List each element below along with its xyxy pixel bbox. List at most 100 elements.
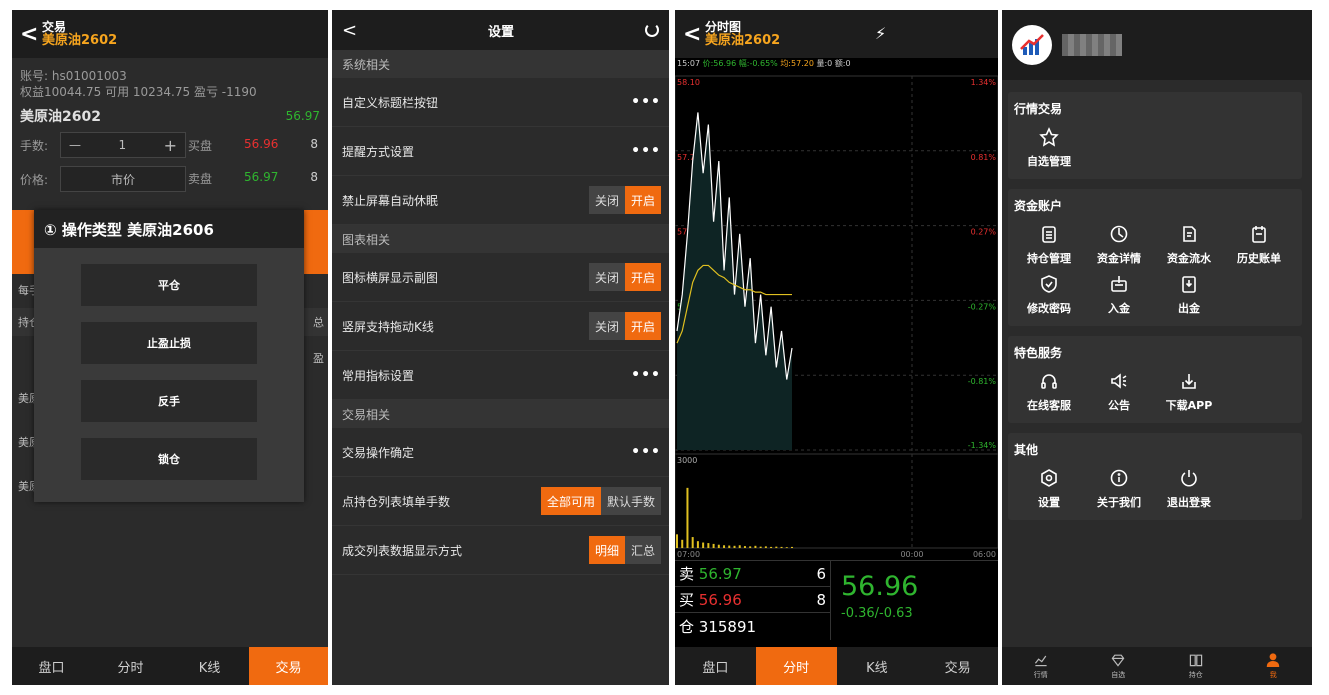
- close-position-button[interactable]: 平仓: [81, 264, 257, 306]
- settings-row[interactable]: 提醒方式设置 •••: [332, 127, 669, 176]
- back-arrow-icon[interactable]: <: [20, 22, 42, 47]
- volume-bar: [696, 541, 699, 548]
- tab-kline[interactable]: K线: [170, 647, 249, 685]
- segmented-toggle[interactable]: 关闭 开启: [588, 263, 661, 291]
- qty-minus-button[interactable]: —: [69, 138, 81, 152]
- buy-label: 买: [679, 591, 695, 609]
- user-icon: [1267, 653, 1280, 667]
- price-field[interactable]: 市价: [60, 166, 186, 192]
- time-axis-label: 06:00: [973, 550, 996, 559]
- card-title: 行情交易: [1014, 102, 1063, 116]
- more-icon[interactable]: •••: [631, 143, 661, 159]
- book-icon: [1189, 654, 1202, 667]
- menu-item-label: 自选管理: [1027, 155, 1071, 168]
- section-header: 系统相关: [332, 50, 669, 78]
- refresh-icon[interactable]: [644, 23, 659, 37]
- lock-position-button[interactable]: 锁仓: [81, 438, 257, 480]
- sell-price: 56.97: [698, 565, 742, 583]
- lightning-icon[interactable]: ⚡: [875, 24, 886, 43]
- tab-depth[interactable]: 盘口: [675, 647, 756, 685]
- menu-item-bill[interactable]: 历史账单: [1224, 220, 1294, 270]
- settings-row-label: 交易操作确定: [342, 445, 415, 460]
- qty-value[interactable]: 1: [118, 138, 126, 152]
- menu-item-pie[interactable]: 资金详情: [1084, 220, 1154, 270]
- menu-card: 其他 设置 关于我们 退出登录: [1008, 433, 1302, 520]
- toggle-option[interactable]: 默认手数: [600, 487, 661, 515]
- menu-item-speaker[interactable]: 公告: [1084, 367, 1154, 417]
- more-icon[interactable]: •••: [631, 94, 661, 110]
- menu-item-notes[interactable]: 资金流水: [1154, 220, 1224, 270]
- menu-item-label: 修改密码: [1027, 302, 1071, 315]
- toggle-option[interactable]: 开启: [624, 263, 661, 291]
- profile-screen: 行情交易 自选管理 资金账户 持仓管理 资金详情 资金流水 历史账单 修改密码 入金 出金 特色服务…: [1002, 10, 1312, 685]
- settings-row[interactable]: 自定义标题栏按钮 •••: [332, 78, 669, 127]
- reverse-button[interactable]: 反手: [81, 380, 257, 422]
- settings-row[interactable]: 交易操作确定 •••: [332, 428, 669, 477]
- settings-row[interactable]: 点持仓列表填单手数 全部可用 默认手数: [332, 477, 669, 526]
- settings-row[interactable]: 禁止屏幕自动休眠 关闭 开启: [332, 176, 669, 225]
- back-arrow-icon[interactable]: <: [342, 20, 357, 41]
- tab-book[interactable]: 持仓: [1157, 647, 1235, 685]
- tab-trade[interactable]: 交易: [917, 647, 998, 685]
- tab-chart[interactable]: 行情: [1002, 647, 1080, 685]
- back-arrow-icon[interactable]: <: [683, 22, 705, 47]
- segmented-toggle[interactable]: 明细 汇总: [588, 536, 661, 564]
- menu-item-deposit[interactable]: 入金: [1084, 270, 1154, 320]
- menu-item-withdraw[interactable]: 出金: [1154, 270, 1224, 320]
- settings-row-label: 图标横屏显示副图: [342, 270, 439, 285]
- menu-item-clipboard[interactable]: 持仓管理: [1014, 220, 1084, 270]
- toggle-option[interactable]: 汇总: [624, 536, 661, 564]
- timeshare-screen: < 分时图 美原油2602 ⚡ 15:07 价:56.96 幅:-0.65% 均…: [675, 10, 998, 685]
- segmented-toggle[interactable]: 全部可用 默认手数: [540, 487, 661, 515]
- header-title: 交易: [42, 20, 67, 34]
- volume-bar: [676, 534, 678, 548]
- menu-item-star[interactable]: 自选管理: [1014, 123, 1084, 173]
- bottom-tab-bar: 盘口 分时 K线 交易: [12, 647, 328, 685]
- menu-item-download[interactable]: 下载APP: [1154, 367, 1224, 417]
- toggle-option[interactable]: 明细: [588, 536, 625, 564]
- menu-item-label: 下载APP: [1165, 399, 1213, 412]
- more-icon[interactable]: •••: [631, 367, 661, 383]
- qty-plus-button[interactable]: +: [164, 136, 177, 155]
- equity-line: 权益10044.75 可用 10234.75 盈亏 -1190: [20, 85, 257, 99]
- menu-item-gear[interactable]: 设置: [1014, 464, 1084, 514]
- tab-kline[interactable]: K线: [837, 647, 918, 685]
- settings-row[interactable]: 常用指标设置 •••: [332, 351, 669, 400]
- settings-row[interactable]: 竖屏支持拖动K线 关闭 开启: [332, 302, 669, 351]
- tab-timeshare[interactable]: 分时: [755, 647, 837, 685]
- settings-row[interactable]: 成交列表数据显示方式 明细 汇总: [332, 526, 669, 575]
- order-form: 手数: — 1 + 价格: 市价 买盘 56.96 8 卖盘 56.97 8: [12, 132, 328, 198]
- tab-timeshare[interactable]: 分时: [91, 647, 170, 685]
- section-header: 图表相关: [332, 225, 669, 253]
- segmented-toggle[interactable]: 关闭 开启: [588, 312, 661, 340]
- qty-stepper[interactable]: — 1 +: [60, 132, 186, 158]
- volume-bar: [681, 539, 684, 548]
- toggle-option[interactable]: 开启: [624, 186, 661, 214]
- menu-item-headset[interactable]: 在线客服: [1014, 367, 1084, 417]
- more-icon[interactable]: •••: [631, 444, 661, 460]
- toggle-option[interactable]: 关闭: [588, 186, 625, 214]
- tab-depth[interactable]: 盘口: [12, 647, 91, 685]
- tab-trade[interactable]: 交易: [249, 647, 328, 685]
- toggle-option[interactable]: 全部可用: [540, 487, 601, 515]
- toggle-option[interactable]: 开启: [624, 312, 661, 340]
- tab-user[interactable]: 我: [1235, 647, 1313, 685]
- percent-axis-label: -0.27%: [968, 302, 997, 311]
- tab-diamond[interactable]: 自选: [1080, 647, 1158, 685]
- menu-item-info[interactable]: 关于我们: [1084, 464, 1154, 514]
- ask-quote: 卖盘 56.97 8: [188, 170, 318, 187]
- stop-profit-loss-button[interactable]: 止盈止损: [81, 322, 257, 364]
- profile-header: [1002, 10, 1312, 80]
- volume-bar: [775, 546, 778, 548]
- settings-row[interactable]: 图标横屏显示副图 关闭 开启: [332, 253, 669, 302]
- toggle-option[interactable]: 关闭: [588, 312, 625, 340]
- menu-item-shield[interactable]: 修改密码: [1014, 270, 1084, 320]
- toggle-option[interactable]: 关闭: [588, 263, 625, 291]
- segmented-toggle[interactable]: 关闭 开启: [588, 186, 661, 214]
- menu-item-power[interactable]: 退出登录: [1154, 464, 1224, 514]
- timeshare-chart[interactable]: 58.101.34%57.790.81%57.480.27%57.18-0.27…: [675, 70, 998, 560]
- tab-label: 自选: [1111, 671, 1126, 679]
- profile-menu: 行情交易 自选管理 资金账户 持仓管理 资金详情 资金流水 历史账单 修改密码 入金 出金 特色服务…: [1002, 80, 1312, 520]
- menu-item-label: 出金: [1178, 302, 1200, 315]
- clipboard-icon: [1042, 226, 1056, 243]
